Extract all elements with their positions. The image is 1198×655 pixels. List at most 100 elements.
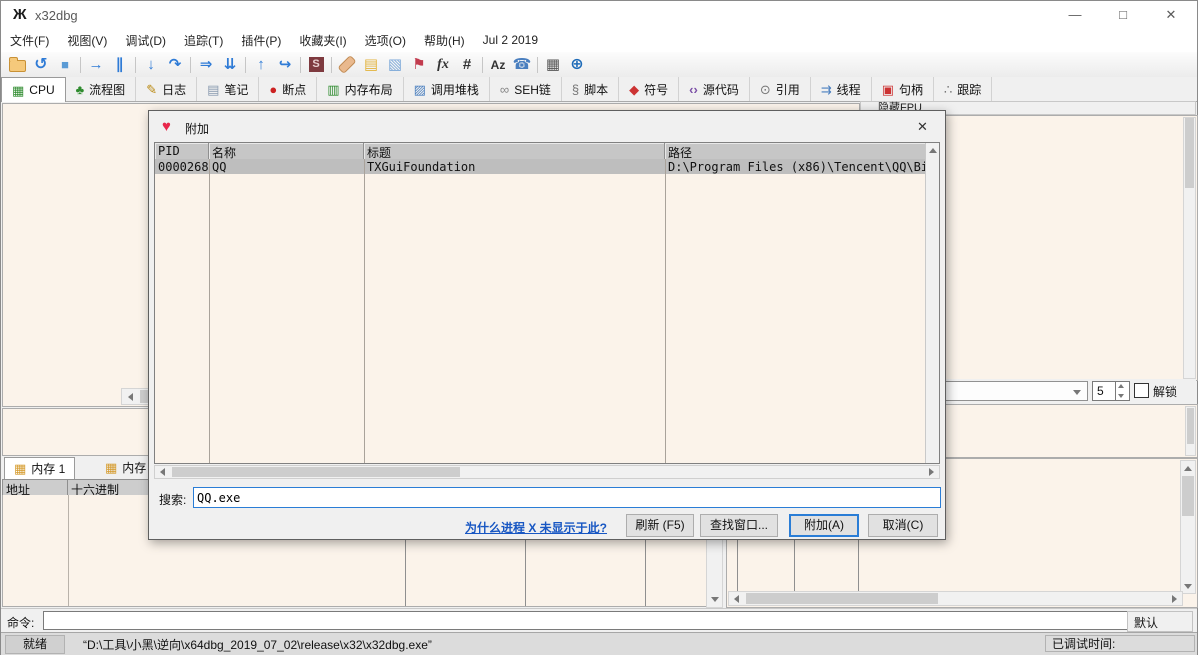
tab-trace[interactable]: ∴跟踪 xyxy=(934,77,992,101)
scroll-up-button[interactable] xyxy=(1182,462,1194,474)
run-button[interactable]: → xyxy=(84,54,108,76)
find-window-button[interactable]: 查找窗口... xyxy=(700,514,778,537)
scroll-left-button[interactable] xyxy=(156,467,169,477)
menu-plugins[interactable]: 插件(P) xyxy=(232,32,290,49)
table-hscrollbar[interactable] xyxy=(154,465,940,479)
tab-seh[interactable]: ∞SEH链 xyxy=(490,77,562,101)
stack-hscrollbar[interactable] xyxy=(728,591,1183,606)
pause-button[interactable]: ∥ xyxy=(108,54,132,76)
attach-button[interactable]: 附加(A) xyxy=(789,514,859,537)
scylla-button[interactable]: S xyxy=(304,54,328,76)
scroll-down-button[interactable] xyxy=(1182,580,1194,592)
stack-vscrollbar[interactable] xyxy=(1180,460,1196,594)
open-file-button[interactable] xyxy=(5,54,29,76)
spinner-buttons[interactable] xyxy=(1115,382,1129,400)
scroll-left-button[interactable] xyxy=(123,390,138,403)
registers-vscrollbar[interactable] xyxy=(1183,117,1196,379)
step-over-button[interactable]: ↷ xyxy=(163,54,187,76)
tab-source[interactable]: ‹›源代码 xyxy=(679,77,750,101)
symbols-icon: ◆ xyxy=(629,83,639,96)
tab-notes[interactable]: ▤笔记 xyxy=(197,77,259,101)
notify-button[interactable]: ☎ xyxy=(510,54,534,76)
why-process-missing-link[interactable]: 为什么进程 X 未显示于此? xyxy=(465,519,607,536)
execute-till-return-button[interactable]: ↑ xyxy=(249,54,273,76)
restart-button[interactable]: ↺ xyxy=(29,54,53,76)
menu-help[interactable]: 帮助(H) xyxy=(415,32,474,49)
scroll-right-button[interactable] xyxy=(925,467,938,477)
scrollbar-thumb[interactable] xyxy=(1187,408,1194,444)
scroll-down-button[interactable] xyxy=(708,593,721,606)
run-to-user-code-button[interactable]: ↪ xyxy=(273,54,297,76)
column-title[interactable]: 标题 xyxy=(364,143,665,159)
refresh-button[interactable]: 刷新 (F5) xyxy=(626,514,694,537)
dump-tab-memory1[interactable]: ▦ 内存 1 xyxy=(4,457,75,479)
trace-into-button[interactable]: ⇊ xyxy=(218,54,242,76)
scroll-left-button[interactable] xyxy=(730,593,743,604)
crc-hash-button[interactable]: # xyxy=(455,54,479,76)
scrollbar-thumb[interactable] xyxy=(746,593,938,604)
column-pid[interactable]: PID xyxy=(155,143,209,159)
unlock-checkbox[interactable] xyxy=(1134,383,1149,398)
tab-references[interactable]: ⊙引用 xyxy=(750,77,811,101)
bookmark-icon: ⚑ xyxy=(412,57,425,72)
menu-debug[interactable]: 调试(D) xyxy=(116,32,175,49)
search-input[interactable] xyxy=(193,487,941,508)
search-label: 搜索: xyxy=(159,491,186,508)
close-button[interactable]: ✕ xyxy=(1149,1,1193,28)
pause-icon: ∥ xyxy=(116,57,125,72)
menu-favourites[interactable]: 收藏夹(I) xyxy=(290,32,355,49)
menu-view[interactable]: 视图(V) xyxy=(58,32,116,49)
tab-threads[interactable]: ⇉线程 xyxy=(811,77,872,101)
tab-memory-map[interactable]: ▥内存布局 xyxy=(317,77,403,101)
table-vscrollbar[interactable] xyxy=(925,143,939,463)
dialog-title: 附加 xyxy=(185,120,209,137)
patches-button[interactable] xyxy=(335,54,359,76)
process-table-header[interactable]: PID 名称 标题 路径 xyxy=(155,143,926,160)
step-into-button[interactable]: ↓ xyxy=(139,54,163,76)
toolbar-separator xyxy=(245,57,246,73)
minimize-button[interactable]: — xyxy=(1053,1,1097,28)
menu-options[interactable]: 选项(O) xyxy=(356,32,415,49)
preferences-button[interactable]: ⊕ xyxy=(565,54,589,76)
info-vscrollbar[interactable] xyxy=(1185,406,1196,456)
tab-handles[interactable]: ▣句柄 xyxy=(872,77,934,101)
tab-call-stack[interactable]: ▨调用堆栈 xyxy=(404,77,490,101)
tab-log[interactable]: ✎日志 xyxy=(136,77,197,101)
command-input[interactable] xyxy=(43,611,1133,630)
scroll-up-button[interactable] xyxy=(927,144,938,156)
comments-button[interactable]: ▤ xyxy=(359,54,383,76)
column-name[interactable]: 名称 xyxy=(209,143,364,159)
column-path[interactable]: 路径 xyxy=(665,143,926,159)
functions-button[interactable]: fx xyxy=(431,54,455,76)
calculator-button[interactable]: ▦ xyxy=(541,54,565,76)
tab-graph[interactable]: ♣流程图 xyxy=(66,77,137,101)
menu-file[interactable]: 文件(F) xyxy=(1,32,58,49)
scroll-right-button[interactable] xyxy=(1168,593,1181,604)
scrollbar-thumb[interactable] xyxy=(1182,476,1194,516)
depth-spinner[interactable]: 5 xyxy=(1092,381,1130,401)
command-profile-combobox[interactable]: 默认 xyxy=(1127,611,1193,632)
process-table[interactable]: PID 名称 标题 路径 0000268C QQ TXGuiFoundation… xyxy=(154,142,940,464)
cancel-button[interactable]: 取消(C) xyxy=(868,514,938,537)
menu-trace[interactable]: 追踪(T) xyxy=(175,32,232,49)
toolbar: ↺ ■ → ∥ ↓ ↷ ⇒ ⇊ ↑ ↪ S ▤ ▧ ⚑ fx # Az ☎ ▦ … xyxy=(1,52,1197,78)
bookmarks-button[interactable]: ⚑ xyxy=(407,54,431,76)
dialog-close-button[interactable]: ✕ xyxy=(900,111,945,142)
hash-icon: # xyxy=(463,57,471,72)
tab-script[interactable]: §脚本 xyxy=(562,77,619,101)
dialog-title-bar[interactable]: ♥ 附加 ✕ xyxy=(149,111,945,142)
tab-breakpoints[interactable]: ●断点 xyxy=(259,77,317,101)
scrollbar-thumb[interactable] xyxy=(1185,118,1194,188)
run-trace-button[interactable]: ⇒ xyxy=(194,54,218,76)
maximize-button[interactable]: □ xyxy=(1101,1,1145,28)
highlight-mode-button[interactable]: Az xyxy=(486,54,510,76)
tab-cpu[interactable]: ▦CPU xyxy=(1,77,66,102)
labels-button[interactable]: ▧ xyxy=(383,54,407,76)
column-address[interactable]: 地址 xyxy=(3,480,68,495)
chevron-down-icon xyxy=(1073,390,1081,395)
cpu-chip-icon: ▦ xyxy=(12,84,24,97)
scrollbar-thumb[interactable] xyxy=(172,467,460,477)
process-row-selected[interactable]: 0000268C QQ TXGuiFoundation D:\Program F… xyxy=(155,159,926,174)
tab-symbols[interactable]: ◆符号 xyxy=(619,77,679,101)
stop-button[interactable]: ■ xyxy=(53,54,77,76)
